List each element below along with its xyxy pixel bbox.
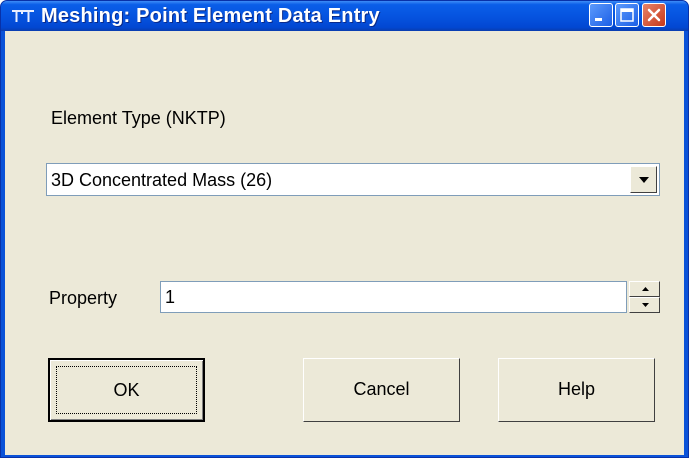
app-logo-icon xyxy=(12,10,34,22)
ok-button[interactable]: OK xyxy=(48,358,205,422)
maximize-icon xyxy=(620,8,634,22)
dialog-window: Meshing: Point Element Data Entry Elemen… xyxy=(0,0,689,458)
property-input[interactable]: 1 xyxy=(160,281,627,313)
property-value: 1 xyxy=(165,287,176,307)
title-bar[interactable]: Meshing: Point Element Data Entry xyxy=(1,1,688,31)
arrow-down-icon xyxy=(642,303,649,307)
help-button[interactable]: Help xyxy=(498,358,655,422)
window-title: Meshing: Point Element Data Entry xyxy=(41,5,380,27)
increment-button[interactable] xyxy=(629,281,660,297)
minimize-icon xyxy=(595,18,602,21)
cancel-button[interactable]: Cancel xyxy=(303,358,460,422)
close-button[interactable] xyxy=(642,3,666,27)
dialog-body: Element Type (NKTP) 3D Concentrated Mass… xyxy=(5,31,684,455)
arrow-up-icon xyxy=(642,287,649,291)
element-type-dropdown[interactable]: 3D Concentrated Mass (26) xyxy=(46,163,660,196)
decrement-button[interactable] xyxy=(629,297,660,313)
close-icon xyxy=(647,8,661,22)
element-type-value: 3D Concentrated Mass (26) xyxy=(51,170,273,190)
maximize-button[interactable] xyxy=(615,3,639,27)
property-label: Property xyxy=(49,288,118,308)
element-type-label: Element Type (NKTP) xyxy=(51,108,226,128)
minimize-button[interactable] xyxy=(589,3,613,27)
ok-label: OK xyxy=(113,380,140,400)
dropdown-button[interactable] xyxy=(630,166,657,193)
chevron-down-icon xyxy=(639,177,649,183)
property-stepper[interactable] xyxy=(629,281,660,313)
